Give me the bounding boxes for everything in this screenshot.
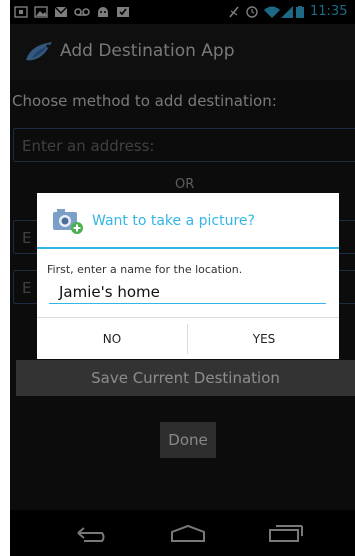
no-button[interactable]: NO (37, 318, 187, 360)
dialog-button-bar: NO YES (37, 317, 339, 360)
phone-screen: 11:35 Add Destination App Choose method … (10, 0, 355, 556)
yes-button[interactable]: YES (189, 318, 339, 360)
dialog-header: Want to take a picture? (37, 193, 339, 249)
take-picture-dialog: Want to take a picture? First, enter a n… (37, 193, 339, 359)
button-divider (187, 324, 188, 354)
location-name-value: Jamie's home (59, 283, 160, 301)
camera-icon (53, 209, 83, 234)
dialog-message: First, enter a name for the location. (47, 263, 243, 276)
dialog-title: Want to take a picture? (92, 213, 255, 229)
location-name-input[interactable]: Jamie's home (49, 281, 326, 304)
